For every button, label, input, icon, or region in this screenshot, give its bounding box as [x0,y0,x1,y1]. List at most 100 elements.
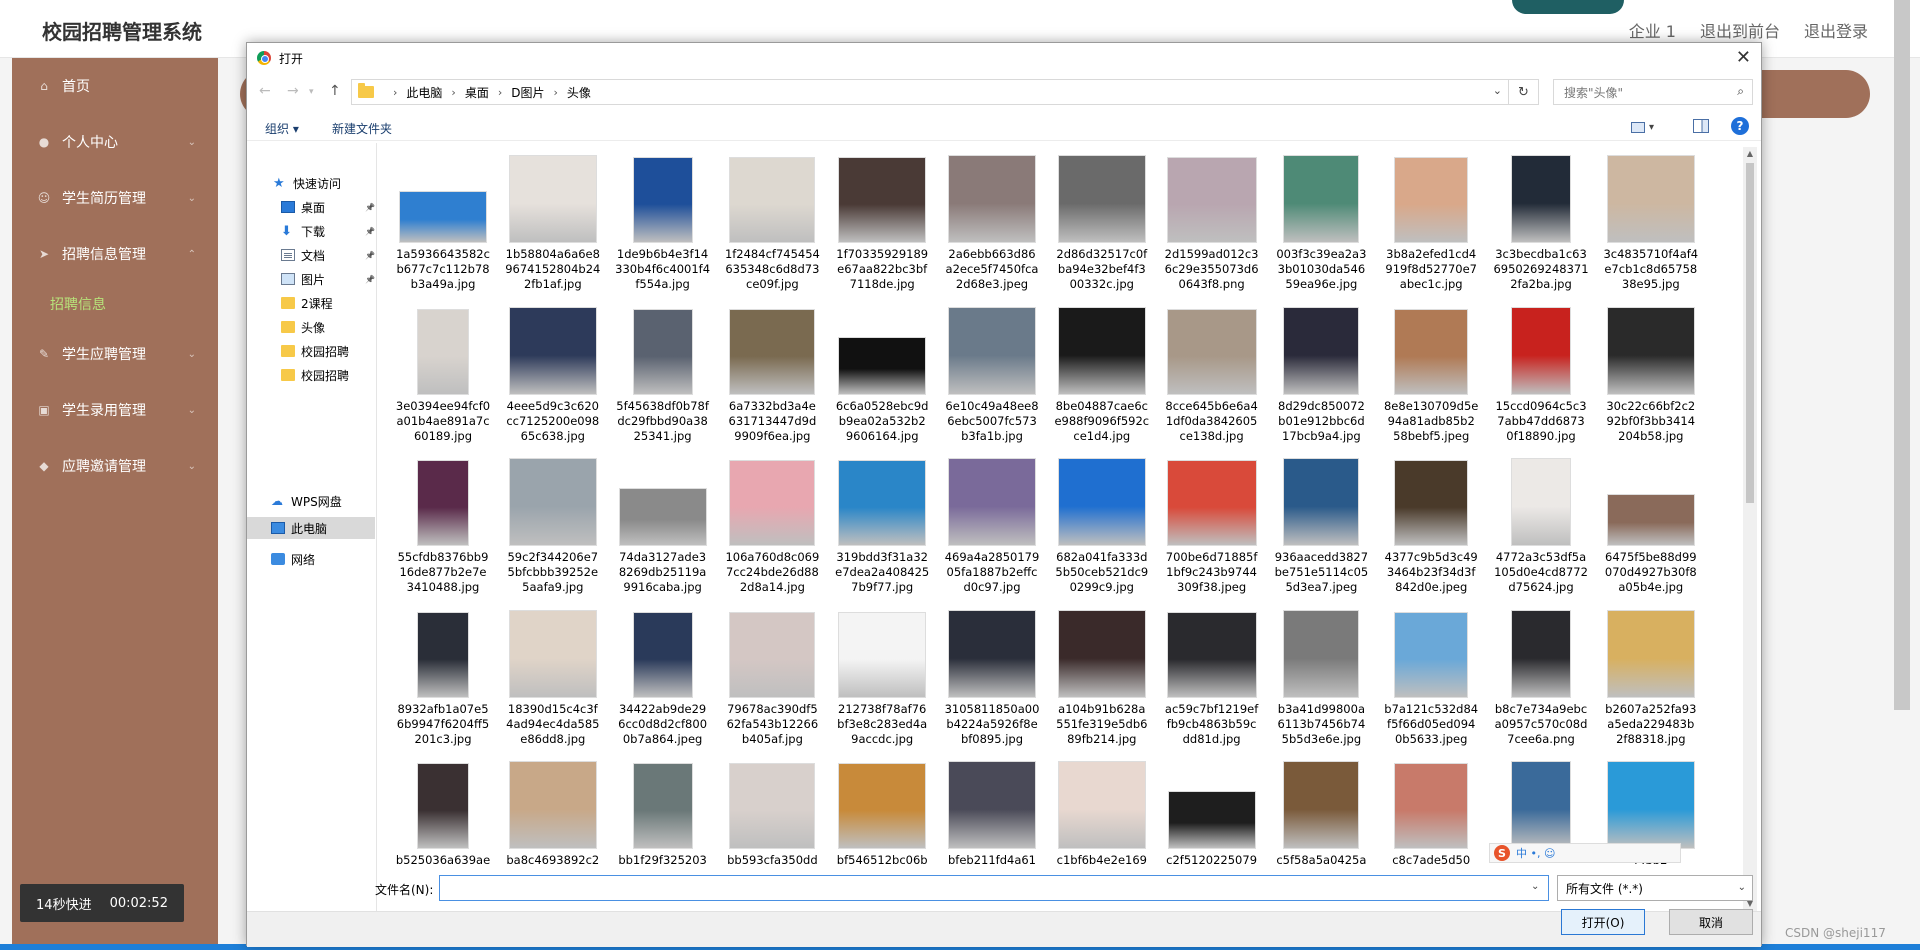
file-item[interactable]: 6c6a0528ebc9d b9ea02a532b2 9606164.jpg [830,303,934,451]
breadcrumb-item[interactable]: D图片 [511,84,544,101]
file-item[interactable]: 1de9b6b4e3f14 330b4f6c4001f4 f554a.jpg [611,151,715,299]
file-item[interactable]: 2d1599ad012c3 6c29e355073d6 0643f8.png [1160,151,1264,299]
file-item[interactable]: 3105811850a00 b4224a5926f8e bf0895.jpg [940,606,1044,754]
scroll-thumb[interactable] [1746,163,1754,503]
file-item[interactable]: 3e0394ee94fcf0 a01b4ae891a7c 60189.jpg [391,303,495,451]
nav-item[interactable]: 桌面 📌 [281,197,375,217]
file-item[interactable]: 15ccd0964c5c3 7abb47dd6873 0f18890.jpg [1489,303,1593,451]
view-options-button[interactable]: ▾ [1631,119,1665,135]
nav-item[interactable]: 头像 [281,317,325,337]
forward-icon[interactable]: → [287,83,299,99]
file-item[interactable]: 30c22c66bf2c2 92bf0f3bb3414 204b58.jpg [1599,303,1703,451]
back-icon[interactable]: ← [259,83,271,99]
file-item[interactable]: 5f45638df0b78f dc29fbbd90a38 25341.jpg [611,303,715,451]
nav-this-pc[interactable]: 此电脑 [271,518,327,538]
user-link[interactable]: 企业 1 [1629,18,1676,42]
recent-dropdown-icon[interactable]: ▾ [309,87,314,97]
file-item[interactable]: 1b58804a6a6e8 9674152804b24 2fb1af.jpg [501,151,605,299]
file-item[interactable]: 4772a3c53df5a 105d0e4cd8772 d75624.jpg [1489,454,1593,602]
file-item[interactable]: 1a5936643582c b677c7c112b78 b3a49a.jpg [391,151,495,299]
file-item[interactable]: 469a4a2850179 05fa1887b2effc d0c97.jpg [940,454,1044,602]
sidebar-item[interactable]: ✎ 学生应聘管理 ⌄ [12,326,218,382]
filename-input[interactable] [439,875,1549,901]
file-item[interactable]: b8c7e734a9ebc a0957c570c08d 7cee6a.png [1489,606,1593,754]
breadcrumb-item[interactable]: 此电脑 [406,84,442,101]
nav-item[interactable]: 图片 📌 [281,269,375,289]
exit-front-link[interactable]: 退出到前台 [1700,18,1780,42]
new-folder-button[interactable]: 新建文件夹 [332,120,392,137]
file-item[interactable]: 2d86d32517c0f ba94e32bef4f3 00332c.jpg [1050,151,1154,299]
file-item[interactable]: 34422ab9de29 6cc0d8d2cf800 0b7a864.jpeg [611,606,715,754]
address-bar[interactable]: › 此电脑 › 桌面 › D图片 › 头像 ⌄ [351,79,1509,105]
logout-link[interactable]: 退出登录 [1804,18,1868,42]
file-item[interactable]: 4377c9b5d3c49 3464b23f34d3f 842d0e.jpeg [1379,454,1483,602]
file-item[interactable]: 212738f78af76 bf3e8c283ed4a 9accdc.jpg [830,606,934,754]
file-item[interactable]: 8be04887cae6c e988f9096f592c ce1d4.jpg [1050,303,1154,451]
file-item[interactable]: a104b91b628a 551fe319e5db6 89fb214.jpg [1050,606,1154,754]
file-item[interactable]: 8d29dc850072 b01e912bbc6d 17bcb9a4.jpg [1269,303,1373,451]
file-item[interactable]: 59c2f344206e7 5bfcbbb39252e 5aafa9.jpg [501,454,605,602]
preview-pane-icon[interactable] [1693,119,1709,133]
file-item[interactable]: 8cce645b6e6a4 1df0da3842605 ce138d.jpg [1160,303,1264,451]
help-icon[interactable]: ? [1731,117,1749,135]
file-item[interactable]: 700be6d71885f 1bf9c243b9744 309f38.jpeg [1160,454,1264,602]
file-item[interactable]: 6475f5be88d99 070d4927b30f8 a05b4e.jpg [1599,454,1703,602]
page-scrollbar[interactable] [1894,0,1910,710]
file-item[interactable]: 3c4835710f4af4 e7cb1c8d65758 38e95.jpg [1599,151,1703,299]
nav-item[interactable]: 校园招聘 [281,341,349,361]
header-toggle[interactable] [1512,0,1624,14]
file-item[interactable]: 106a760d8c069 7cc24bde26d88 2d8a14.jpg [720,454,824,602]
file-item[interactable]: b2607a252fa93 a5eda229483b 2f88318.jpg [1599,606,1703,754]
cancel-button[interactable]: 取消 [1669,909,1753,935]
file-item[interactable]: ac59c7bf1219ef fb9cb4863b59c dd81d.jpg [1160,606,1264,754]
file-item[interactable]: 8e8e130709d5e 94a81adb85b2 58bebf5.jpeg [1379,303,1483,451]
nav-network[interactable]: 网络 [271,549,315,569]
file-item[interactable]: b3a41d99800a 6113b7456b74 5b5d3e6e.jpg [1269,606,1373,754]
file-list-scrollbar[interactable]: ▲ ▼ [1743,147,1757,911]
file-item[interactable]: 55cfdb8376bb9 16de877b2e7e 3410488.jpg [391,454,495,602]
sidebar-item[interactable]: ● 个人中心 ⌄ [12,114,218,170]
up-icon[interactable]: ↑ [329,83,341,99]
organize-button[interactable]: 组织 ▾ [265,120,299,137]
search-input[interactable]: 搜索"头像" ⌕ [1553,79,1753,105]
sidebar-item[interactable]: ⌂ 首页 [12,58,218,114]
close-icon[interactable]: ✕ [1736,47,1751,68]
nav-item[interactable]: ⬇ 下载 📌 [281,221,375,241]
file-item[interactable]: 3b8a2efed1cd4 919f8d52770e7 abec1c.jpg [1379,151,1483,299]
file-item[interactable]: 4eee5d9c3c620 cc7125200e098 65c638.jpg [501,303,605,451]
nav-item[interactable]: 2课程 [281,293,333,313]
nav-quick-access[interactable]: ★ 快速访问 [273,173,341,193]
sidebar-item[interactable]: ◆ 应聘邀请管理 ⌄ [12,438,218,494]
file-item[interactable]: 682a041fa333d 5b50ceb521dc9 0299c9.jpg [1050,454,1154,602]
nav-item[interactable]: 文档 📌 [281,245,375,265]
scroll-up-icon[interactable]: ▲ [1743,147,1757,161]
dialog-titlebar[interactable]: 打开 ✕ [247,43,1761,73]
file-item[interactable]: 936aacedd3827 be751e5114c05 5d3ea7.jpeg [1269,454,1373,602]
file-item[interactable]: 003f3c39ea2a3 3b01030da546 59ea96e.jpg [1269,151,1373,299]
open-button[interactable]: 打开(O) [1561,909,1645,935]
file-item[interactable]: 18390d15c4c3f 4ad94ec4da585 e86dd8.jpg [501,606,605,754]
breadcrumb-item[interactable]: 头像 [567,84,591,101]
file-item[interactable]: 6a7332bd3a4e 631713447d9d 9909f6ea.jpg [720,303,824,451]
nav-item[interactable]: 校园招聘 [281,365,349,385]
file-item[interactable]: 1f70335929189 e67aa822bc3bf 7118de.jpg [830,151,934,299]
file-item[interactable]: b7a121c532d84 f5f66d05ed094 0b5633.jpeg [1379,606,1483,754]
sidebar-item[interactable]: ▣ 学生录用管理 ⌄ [12,382,218,438]
file-type-select[interactable]: 所有文件 (*.*) ⌄ [1557,875,1753,901]
chevron-down-icon[interactable]: ⌄ [1493,84,1502,97]
file-item[interactable]: 8932afb1a07e5 6b9947f6204ff5 201c3.jpg [391,606,495,754]
chevron-down-icon[interactable]: ⌄ [1531,881,1539,892]
ime-toolbar[interactable]: S 中 •, ☺ [1489,843,1681,863]
breadcrumb-item[interactable]: 桌面 [465,84,489,101]
file-item[interactable]: 6e10c49a48ee8 6ebc5007fc573 b3fa1b.jpg [940,303,1044,451]
file-item[interactable]: 1f2484cf745454 635348c6d8d73 ce09f.jpg [720,151,824,299]
sidebar-item[interactable]: ☺ 学生简历管理 ⌄ [12,170,218,226]
nav-wps[interactable]: ☁ WPS网盘 [271,491,342,511]
sidebar-subitem[interactable]: 招聘信息 [12,282,218,326]
file-item[interactable]: 74da3127ade3 8269db25119a 9916caba.jpg [611,454,715,602]
file-item[interactable]: 2a6ebb663d86 a2ece5f7450fca 2d68e3.jpeg [940,151,1044,299]
file-item[interactable]: 319bdd3f31a32 e7dea2a408425 7b9f77.jpg [830,454,934,602]
refresh-icon[interactable]: ↻ [1509,79,1539,105]
file-item[interactable]: 3c3becdba1c63 6950269248371 2fa2ba.jpg [1489,151,1593,299]
file-item[interactable]: 79678ac390df5 62fa543b12266 b405af.jpg [720,606,824,754]
